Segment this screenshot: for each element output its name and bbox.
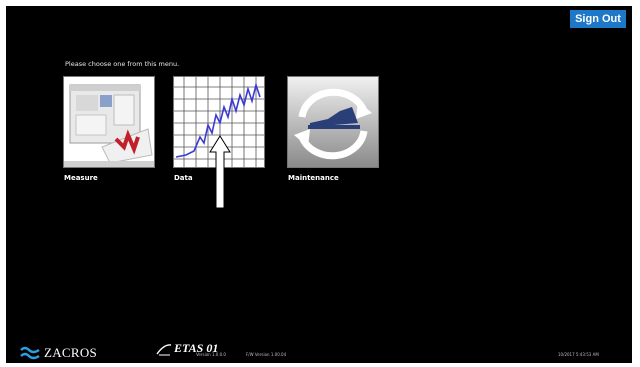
brand-name: ZACROS (44, 345, 98, 360)
maintenance-icon (288, 77, 378, 167)
sign-out-button[interactable]: Sign Out (570, 10, 626, 28)
measure-tile[interactable] (63, 76, 155, 168)
data-label: Data (174, 174, 193, 182)
app-screen: Sign Out Please choose one from this men… (6, 6, 632, 363)
maintenance-tile[interactable] (287, 76, 379, 168)
measure-label: Measure (64, 174, 98, 182)
zacros-wave-icon (20, 346, 40, 360)
fw-version-text: F/W Version 1.00.04 (246, 352, 287, 357)
measure-icon (64, 77, 154, 167)
datetime-text: 10/2017 5:43:53 AM (558, 352, 599, 357)
zacros-logo: ZACROS (20, 344, 97, 362)
version-text: Version 1.0.0.0 (196, 352, 226, 357)
menu-prompt: Please choose one from this menu. (65, 60, 180, 68)
sign-out-label: Sign Out (575, 13, 621, 25)
annotation-arrow-icon (209, 135, 231, 209)
etas-swoosh-icon (156, 343, 172, 355)
maintenance-label: Maintenance (288, 174, 339, 182)
